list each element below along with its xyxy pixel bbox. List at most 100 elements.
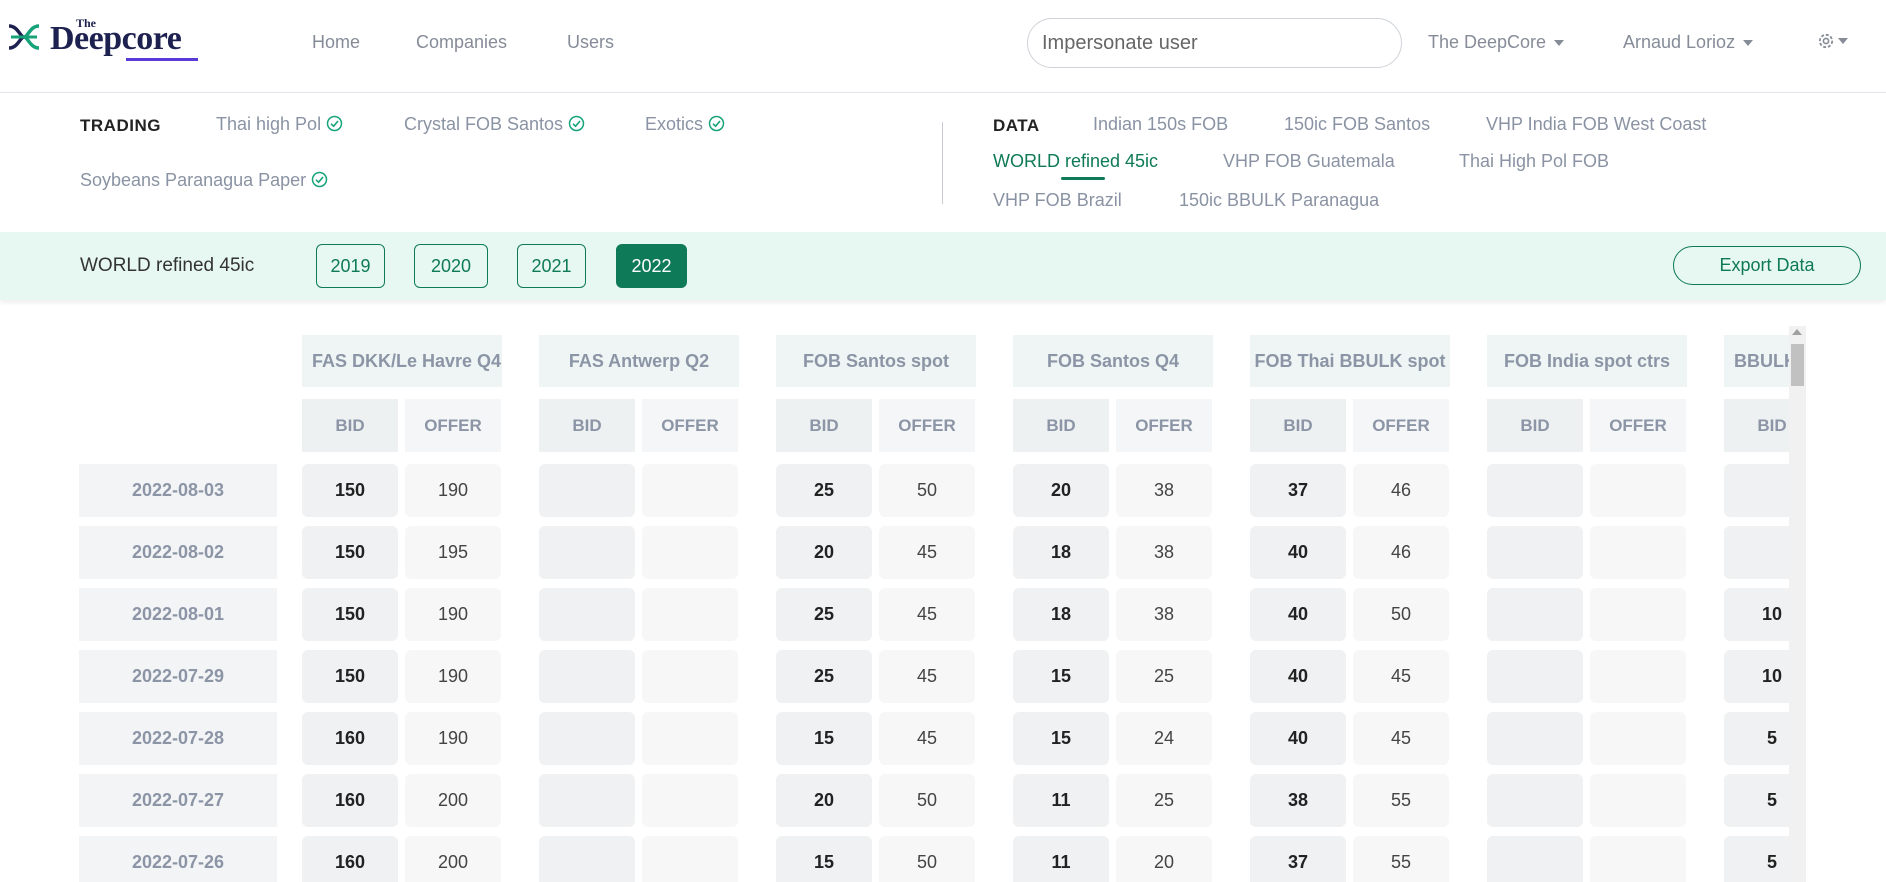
- bid-subheader: BID: [539, 399, 635, 452]
- user-dropdown[interactable]: Arnaud Lorioz: [1623, 32, 1754, 53]
- user-dropdown-label: Arnaud Lorioz: [1623, 32, 1736, 52]
- bid-cell: 150: [302, 588, 398, 641]
- nav-home[interactable]: Home: [312, 32, 360, 53]
- row-date: 2022-07-28: [79, 712, 277, 765]
- bid-cell: 15: [776, 712, 872, 765]
- logo-wordmark: Deepcore: [50, 20, 182, 57]
- offer-subheader: OFFER: [642, 399, 738, 452]
- trading-item-exotics[interactable]: Exotics: [645, 114, 725, 135]
- offer-cell: 46: [1353, 526, 1449, 579]
- offer-cell: 45: [879, 650, 975, 703]
- data-item-vhp-fob-brazil[interactable]: VHP FOB Brazil: [993, 190, 1122, 211]
- trading-item-soybeans-paranagua-paper[interactable]: Soybeans Paranagua Paper: [80, 170, 328, 191]
- data-item-150ic-bbulk-paranagua[interactable]: 150ic BBULK Paranagua: [1179, 190, 1379, 211]
- column-header: FOB Thai BBULK spot: [1250, 335, 1450, 387]
- offer-cell: [642, 774, 738, 827]
- offer-cell: 24: [1116, 712, 1212, 765]
- bid-cell: 150: [302, 650, 398, 703]
- trading-item-label: Exotics: [645, 114, 704, 134]
- bid-cell: [539, 712, 635, 765]
- bid-cell: [539, 526, 635, 579]
- logo-underline: [126, 58, 198, 61]
- year-button-2020[interactable]: 2020: [414, 244, 488, 288]
- bid-cell: 25: [776, 464, 872, 517]
- year-button-2019[interactable]: 2019: [316, 244, 385, 288]
- export-data-button[interactable]: Export Data: [1673, 246, 1861, 285]
- offer-cell: 55: [1353, 836, 1449, 882]
- org-dropdown[interactable]: The DeepCore: [1428, 32, 1565, 53]
- offer-cell: 50: [1353, 588, 1449, 641]
- offer-cell: 190: [405, 712, 501, 765]
- offer-cell: 50: [879, 464, 975, 517]
- bid-cell: [539, 836, 635, 882]
- offer-cell: [1590, 836, 1686, 882]
- bid-cell: 20: [776, 526, 872, 579]
- data-item-150ic-fob-santos[interactable]: 150ic FOB Santos: [1284, 114, 1430, 135]
- column-header: FAS DKK/Le Havre Q4: [302, 335, 502, 387]
- offer-cell: [1590, 588, 1686, 641]
- chevron-down-icon: [1743, 40, 1754, 47]
- bid-cell: 20: [1013, 464, 1109, 517]
- data-item-world-refined-45ic[interactable]: WORLD refined 45ic: [993, 151, 1158, 172]
- offer-cell: 38: [1116, 588, 1212, 641]
- offer-cell: 190: [405, 650, 501, 703]
- table-scrollbar[interactable]: [1789, 326, 1806, 882]
- trading-item-crystal-fob-santos[interactable]: Crystal FOB Santos: [404, 114, 585, 135]
- bid-cell: 160: [302, 712, 398, 765]
- bid-cell: 25: [776, 650, 872, 703]
- year-button-2022[interactable]: 2022: [616, 244, 687, 288]
- offer-cell: 45: [1353, 650, 1449, 703]
- row-date: 2022-08-03: [79, 464, 277, 517]
- trading-item-label: Thai high Pol: [216, 114, 322, 134]
- year-button-2021[interactable]: 2021: [517, 244, 586, 288]
- impersonate-user-input[interactable]: [1027, 18, 1402, 68]
- column-header: FAS Antwerp Q2: [539, 335, 739, 387]
- bid-cell: 40: [1250, 650, 1346, 703]
- scroll-up-arrow-icon[interactable]: [1792, 329, 1802, 335]
- offer-cell: [642, 464, 738, 517]
- deepcore-logo[interactable]: The Deepcore: [6, 16, 198, 61]
- data-item-vhp-fob-guatemala[interactable]: VHP FOB Guatemala: [1223, 151, 1395, 172]
- bid-cell: 160: [302, 836, 398, 882]
- offer-cell: 200: [405, 836, 501, 882]
- nav-companies[interactable]: Companies: [416, 32, 507, 53]
- data-item-thai-high-pol-fob[interactable]: Thai High Pol FOB: [1459, 151, 1609, 172]
- offer-cell: 55: [1353, 774, 1449, 827]
- offer-cell: 45: [879, 526, 975, 579]
- bid-cell: [1487, 836, 1583, 882]
- chevron-down-icon: [1838, 38, 1848, 44]
- nav-users[interactable]: Users: [567, 32, 614, 53]
- bid-cell: 37: [1250, 464, 1346, 517]
- current-instrument-label: WORLD refined 45ic: [80, 255, 255, 276]
- data-item-indian-150s-fob[interactable]: Indian 150s FOB: [1093, 114, 1228, 135]
- settings-dropdown[interactable]: [1816, 31, 1856, 53]
- scrollbar-thumb[interactable]: [1791, 344, 1804, 386]
- bid-cell: 15: [1013, 650, 1109, 703]
- bid-cell: 11: [1013, 774, 1109, 827]
- offer-cell: [642, 712, 738, 765]
- data-section-title: DATA: [993, 116, 1040, 135]
- bid-cell: 20: [776, 774, 872, 827]
- offer-cell: 190: [405, 464, 501, 517]
- offer-cell: 45: [879, 588, 975, 641]
- offer-cell: [1590, 650, 1686, 703]
- bid-cell: 25: [776, 588, 872, 641]
- bid-cell: [1487, 588, 1583, 641]
- offer-cell: [642, 526, 738, 579]
- offer-cell: 45: [879, 712, 975, 765]
- offer-subheader: OFFER: [879, 399, 975, 452]
- check-circle-icon: [568, 115, 585, 132]
- offer-cell: [1590, 774, 1686, 827]
- data-item-vhp-india-fob-west-coast[interactable]: VHP India FOB West Coast: [1486, 114, 1706, 135]
- bid-cell: 40: [1250, 712, 1346, 765]
- trading-item-thai-high-pol[interactable]: Thai high Pol: [216, 114, 343, 135]
- row-date: 2022-07-27: [79, 774, 277, 827]
- offer-subheader: OFFER: [1353, 399, 1449, 452]
- bid-cell: 15: [776, 836, 872, 882]
- bid-cell: 38: [1250, 774, 1346, 827]
- bid-cell: 40: [1250, 526, 1346, 579]
- bid-cell: [539, 464, 635, 517]
- bid-cell: 18: [1013, 526, 1109, 579]
- bid-subheader: BID: [302, 399, 398, 452]
- bid-cell: [539, 774, 635, 827]
